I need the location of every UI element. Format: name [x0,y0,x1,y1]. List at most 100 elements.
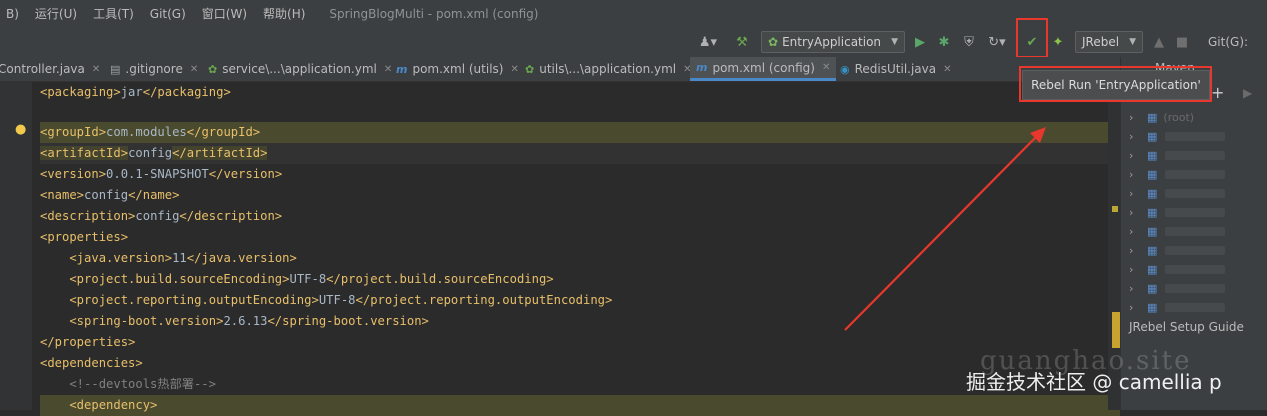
maven-module-icon: ▦ [1147,244,1158,257]
code-line[interactable]: </properties> [40,332,135,353]
debug-icon[interactable]: ✱ [934,31,954,53]
code-line-current[interactable]: <artifactId>config</artifactId> [40,143,1120,164]
chevron-right-icon[interactable]: › [1129,225,1143,238]
jrebel-setup-guide-tab[interactable]: JRebel Setup Guide [1129,320,1244,334]
chevron-right-icon[interactable]: › [1129,111,1143,124]
coverage-icon[interactable]: ⛨ [958,31,980,53]
chevron-right-icon[interactable]: › [1129,168,1143,181]
close-icon[interactable]: ✕ [822,62,830,73]
maven-icon: m [396,62,408,76]
maven-project-row[interactable]: › ▦ [1129,279,1226,298]
tab-gitignore[interactable]: ▤ .gitignore ✕ [110,57,198,81]
maven-project-row[interactable]: › ▦ [1129,184,1226,203]
scroll-marker[interactable] [1112,206,1118,212]
maven-module-icon: ▦ [1147,130,1158,143]
code-line[interactable]: <properties> [40,227,128,248]
maven-project-row[interactable]: › ▦ [1129,146,1226,165]
maven-project-row[interactable]: › ▦ (root) [1129,108,1194,127]
blurred-label [1165,246,1226,255]
close-icon[interactable]: ✕ [943,64,951,75]
chevron-right-icon[interactable]: › [1129,206,1143,219]
chevron-right-icon[interactable]: › [1129,282,1143,295]
code-line[interactable]: <project.build.sourceEncoding>UTF-8</pro… [40,269,553,290]
add-user-icon[interactable]: ♟▾ [696,31,720,53]
menu-item-help[interactable]: 帮助(H) [263,5,305,22]
code-line[interactable]: <version>0.0.1-SNAPSHOT</version> [40,164,282,185]
run-configuration-select[interactable]: ✿ EntryApplication ▼ [761,31,905,53]
blurred-label [1165,151,1226,160]
menu-item-run[interactable]: 运行(U) [35,5,77,22]
code-line[interactable]: <project.reporting.outputEncoding>UTF-8<… [40,290,612,311]
maven-project-row[interactable]: › ▦ [1129,203,1226,222]
close-icon[interactable]: ✕ [384,64,392,75]
tab-utils-application-yml[interactable]: ✿ utils\...\application.yml ✕ [525,57,692,81]
tab-label: pom.xml (config) [712,60,815,75]
main-toolbar: ♟▾ ⚒ ✿ EntryApplication ▼ ▶ ✱ ⛨ ↻▾ ✔ ✦ J… [0,27,1267,58]
highlight-box-tooltip [1019,66,1212,102]
maven-root-label: (root) [1163,111,1195,124]
maven-project-row[interactable]: › ▦ [1129,298,1226,317]
chevron-right-icon[interactable]: › [1129,301,1143,314]
blurred-label [1165,265,1226,274]
jrebel-disabled-icon[interactable]: ▲ [1150,31,1168,53]
chevron-right-icon[interactable]: › [1129,149,1143,162]
menu-item-window[interactable]: 窗口(W) [202,5,247,22]
maven-project-row[interactable]: › ▦ [1129,241,1226,260]
build-hammer-icon[interactable]: ⚒ [732,31,752,53]
maven-project-row[interactable]: › ▦ [1129,127,1226,146]
chevron-right-icon[interactable]: › [1129,187,1143,200]
run-icon[interactable]: ▶ [910,31,930,53]
scroll-thumb[interactable] [1112,312,1120,348]
close-icon[interactable]: ✕ [190,64,198,75]
tab-label: RedisUtil.java [854,62,937,76]
menu-item-tools[interactable]: 工具(T) [93,5,134,22]
menu-item-b[interactable]: B) [6,7,19,21]
tab-redisutil-java[interactable]: ◉ RedisUtil.java ✕ [840,57,952,81]
code-line[interactable]: <packaging>jar</packaging> [40,82,231,103]
jrebel-select[interactable]: JRebel ▼ [1075,31,1143,53]
menu-bar: B) 运行(U) 工具(T) Git(G) 窗口(W) 帮助(H) Spring… [0,0,1267,27]
code-line[interactable]: <groupId>com.modules</groupId> [40,122,1120,143]
leaf-icon: ✿ [525,62,535,76]
profile-icon[interactable]: ↻▾ [983,31,1011,53]
code-editor[interactable]: <packaging>jar</packaging> <groupId>com.… [32,82,1120,416]
jrebel-debug-icon[interactable]: ✦ [1048,31,1068,53]
maven-module-icon: ▦ [1147,225,1158,238]
code-line[interactable]: <name>config</name> [40,185,179,206]
blurred-label [1165,132,1226,141]
code-line-comment[interactable]: <!--devtools热部署--> [40,374,216,395]
code-line[interactable]: <java.version>11</java.version> [40,248,296,269]
chevron-right-icon[interactable]: › [1129,244,1143,257]
add-icon[interactable]: + [1211,83,1224,102]
tab-label: service\...\application.yml [222,62,377,76]
tab-controller-java[interactable]: Controller.java ✕ [0,57,100,81]
close-icon[interactable]: ✕ [92,64,100,75]
chevron-down-icon: ▼ [891,37,898,47]
tab-label: .gitignore [125,62,183,76]
stop-icon[interactable]: ■ [1174,31,1190,53]
chevron-right-icon[interactable]: › [1129,130,1143,143]
tab-service-application-yml[interactable]: ✿ service\...\application.yml ✕ [208,57,392,81]
maven-project-row[interactable]: › ▦ [1129,260,1226,279]
tab-pom-utils[interactable]: m pom.xml (utils) ✕ [396,57,519,81]
code-line[interactable]: <dependency> [40,395,1120,416]
code-line[interactable]: <dependencies> [40,353,143,374]
code-line[interactable]: <spring-boot.version>2.6.13</spring-boot… [40,311,429,332]
maven-project-row[interactable]: › ▦ [1129,165,1226,184]
code-line[interactable]: <description>config</description> [40,206,282,227]
maven-module-icon: ▦ [1147,282,1158,295]
class-icon: ◉ [840,62,850,76]
run-icon[interactable]: ▶ [1243,86,1252,100]
watermark-text: 掘金技术社区 @ camellia p [966,370,1222,394]
blurred-label [1165,303,1226,312]
maven-module-icon: ▦ [1147,149,1158,162]
maven-project-row[interactable]: › ▦ [1129,222,1226,241]
close-icon[interactable]: ✕ [510,64,518,75]
tab-pom-config[interactable]: m pom.xml (config) ✕ [690,57,837,81]
chevron-right-icon[interactable]: › [1129,263,1143,276]
blurred-label [1165,284,1226,293]
menu-item-git[interactable]: Git(G) [150,7,186,21]
maven-icon: m [696,61,708,74]
blurred-label [1165,170,1226,179]
lightbulb-icon[interactable]: ● [15,122,26,137]
